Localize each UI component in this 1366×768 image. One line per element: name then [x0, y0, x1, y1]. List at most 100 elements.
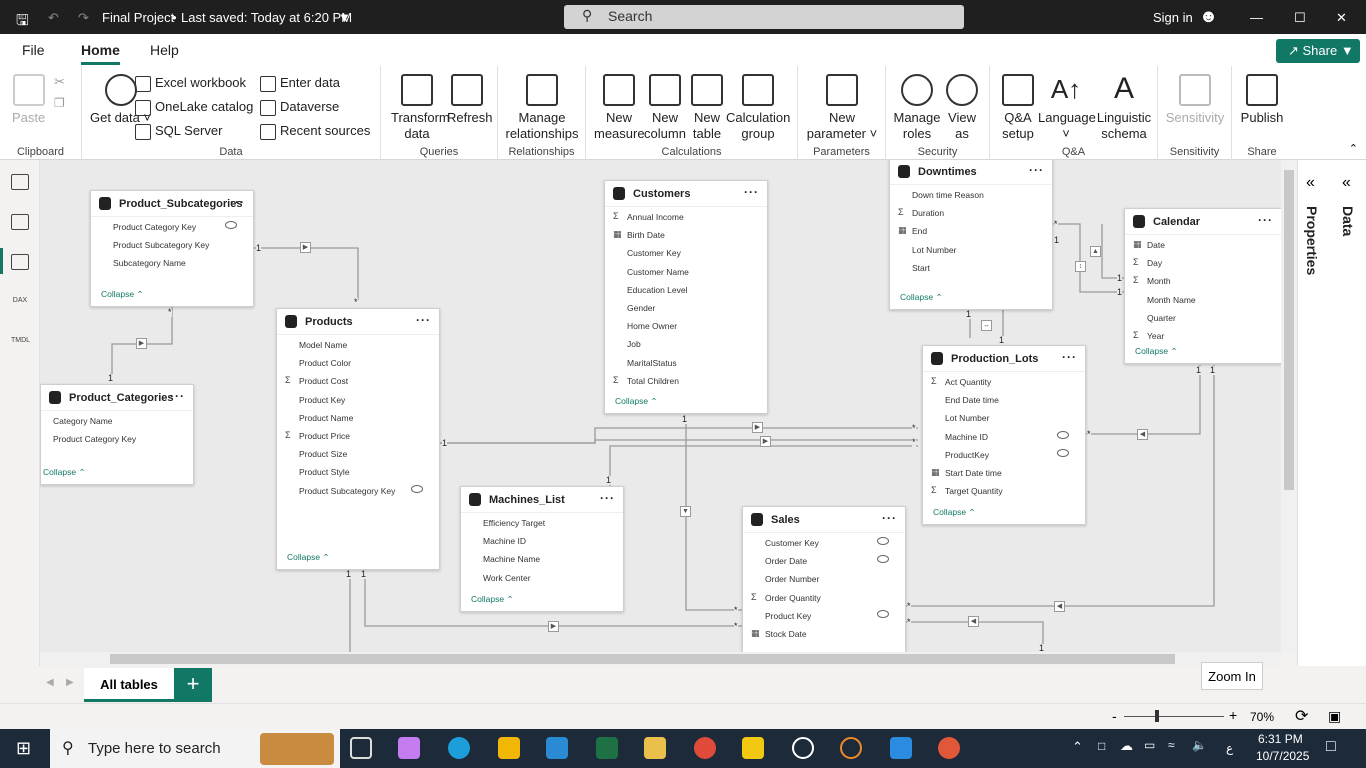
tmdl-view-icon[interactable]: TMDL: [11, 334, 30, 350]
field-item[interactable]: Product Name: [277, 408, 439, 426]
paste-button[interactable]: Paste: [12, 74, 45, 126]
tab-help[interactable]: Help: [150, 42, 179, 58]
field-item[interactable]: Σ Month: [1125, 271, 1281, 289]
task-view-icon[interactable]: [350, 737, 372, 759]
collapse-ribbon-icon[interactable]: ⌃: [1349, 142, 1358, 155]
data-pane-label[interactable]: Data: [1340, 206, 1356, 236]
sensitivity-button[interactable]: Sensitivity: [1164, 74, 1226, 126]
collapse-link[interactable]: Collapse ⌃: [287, 552, 330, 563]
table-header[interactable]: Sales ···: [743, 507, 905, 533]
field-item[interactable]: End Date time: [923, 390, 1085, 408]
table-card-product-categories[interactable]: Product_Categories ··· Category Name Prod…: [40, 384, 194, 485]
close-button[interactable]: ✕: [1336, 10, 1347, 26]
field-item[interactable]: Customer Name: [605, 262, 767, 280]
table-card-machines-list[interactable]: Machines_List ··· Efficiency Target Machi…: [460, 486, 624, 612]
field-item[interactable]: Product Subcategory Key: [277, 481, 439, 499]
onelake-catalog-button[interactable]: OneLake catalog: [135, 99, 253, 116]
collapse-link[interactable]: Collapse ⌃: [471, 594, 514, 605]
more-options-icon[interactable]: ···: [1062, 350, 1077, 364]
field-item[interactable]: Product Style: [277, 462, 439, 480]
store-icon[interactable]: [546, 737, 568, 759]
more-options-icon[interactable]: ···: [1029, 163, 1044, 177]
table-header[interactable]: Product_Categories ···: [41, 385, 193, 411]
field-item[interactable]: Σ Act Quantity: [923, 372, 1085, 390]
prev-tab-icon[interactable]: ◀: [46, 677, 54, 688]
app-icon[interactable]: [792, 737, 814, 759]
more-options-icon[interactable]: ···: [170, 389, 185, 403]
save-icon[interactable]: 🖫: [16, 10, 29, 35]
file-explorer-icon[interactable]: [498, 737, 520, 759]
power-bi-icon[interactable]: [742, 737, 764, 759]
field-item[interactable]: ▦ Stock Date: [743, 624, 905, 642]
field-item[interactable]: Quarter: [1125, 308, 1281, 326]
table-header[interactable]: Production_Lots ···: [923, 346, 1085, 372]
tray-app-icon[interactable]: □: [1098, 739, 1105, 753]
next-tab-icon[interactable]: ▶: [66, 677, 74, 688]
more-options-icon[interactable]: ···: [1258, 213, 1273, 227]
search-box[interactable]: ⚲ Search: [564, 5, 964, 29]
collapse-link[interactable]: Collapse ⌃: [615, 396, 658, 407]
table-header[interactable]: Machines_List ···: [461, 487, 623, 513]
new-table-button[interactable]: New table: [688, 74, 726, 142]
vertical-scrollbar[interactable]: [1281, 160, 1297, 652]
field-item[interactable]: Lot Number: [923, 408, 1085, 426]
field-item[interactable]: Product Color: [277, 353, 439, 371]
excel-icon[interactable]: [596, 737, 618, 759]
field-item[interactable]: Σ Day: [1125, 253, 1281, 271]
dataverse-button[interactable]: Dataverse: [260, 99, 339, 116]
more-options-icon[interactable]: ···: [744, 185, 759, 199]
scroll-thumb[interactable]: [1284, 170, 1294, 490]
linguistic-schema-button[interactable]: A Linguistic schema: [1094, 74, 1154, 142]
excel-workbook-button[interactable]: Excel workbook: [135, 75, 246, 92]
copilot-icon[interactable]: [398, 737, 420, 759]
field-item[interactable]: Customer Key: [743, 533, 905, 551]
onedrive-icon[interactable]: ☁: [1120, 738, 1133, 754]
enter-data-button[interactable]: Enter data: [260, 75, 340, 92]
chrome-icon[interactable]: [694, 737, 716, 759]
field-item[interactable]: Σ Annual Income: [605, 207, 767, 225]
field-item[interactable]: Product Subcategory Key: [91, 235, 253, 253]
wifi-icon[interactable]: ≈: [1168, 738, 1175, 752]
field-item[interactable]: ▦ Birth Date: [605, 225, 767, 243]
field-item[interactable]: Σ Product Price: [277, 426, 439, 444]
tab-all-tables[interactable]: All tables: [84, 668, 174, 702]
field-item[interactable]: Order Date: [743, 551, 905, 569]
field-item[interactable]: Gender: [605, 298, 767, 316]
field-item[interactable]: Σ Target Quantity: [923, 481, 1085, 499]
field-item[interactable]: Σ Order Quantity: [743, 588, 905, 606]
more-options-icon[interactable]: ···: [600, 491, 615, 505]
new-parameter-button[interactable]: New parameter ˅: [804, 74, 880, 142]
field-item[interactable]: Machine ID: [923, 427, 1085, 445]
field-item[interactable]: Σ Duration: [890, 203, 1052, 221]
collapse-link[interactable]: Collapse ⌃: [1135, 346, 1178, 357]
collapse-link[interactable]: Collapse ⌃: [43, 467, 86, 478]
field-item[interactable]: Σ Year: [1125, 326, 1281, 344]
manage-roles-button[interactable]: Manage roles: [892, 74, 942, 142]
field-item[interactable]: ▦ End: [890, 221, 1052, 239]
more-options-icon[interactable]: ···: [882, 511, 897, 525]
table-card-sales[interactable]: Sales ··· Customer Key Order Date Order N…: [742, 506, 906, 652]
qa-setup-button[interactable]: Q&A setup: [998, 74, 1038, 142]
sql-server-button[interactable]: SQL Server: [135, 123, 222, 140]
horizontal-scrollbar[interactable]: [40, 652, 1281, 666]
model-canvas[interactable]: 1 ▶ * * ▶ 1 1 ▶ ▶ * * 1 ▼ * 1 1 1 ▶ * * …: [40, 160, 1281, 652]
collapse-link[interactable]: Collapse ⌃: [900, 292, 943, 303]
tab-file[interactable]: File: [22, 42, 45, 58]
taskbar-search[interactable]: ⚲ Type here to search: [50, 729, 340, 768]
field-item[interactable]: Σ Product Cost: [277, 371, 439, 389]
field-item[interactable]: ▦ Date: [1125, 235, 1281, 253]
field-item[interactable]: Machine ID: [461, 531, 623, 549]
field-item[interactable]: Model Name: [277, 335, 439, 353]
clock-date[interactable]: 10/7/2025: [1256, 749, 1309, 763]
table-card-downtimes[interactable]: Downtimes ··· Down time Reason Σ Duration …: [889, 160, 1053, 310]
copy-icon[interactable]: ❐: [54, 96, 65, 110]
language-button[interactable]: A↑ Language ˅: [1038, 74, 1096, 142]
calculation-group-button[interactable]: Calculation group: [726, 74, 790, 142]
app-icon[interactable]: [938, 737, 960, 759]
field-item[interactable]: Work Center: [461, 568, 623, 586]
app-icon[interactable]: [840, 737, 862, 759]
publish-button[interactable]: Publish: [1240, 74, 1284, 126]
field-item[interactable]: Product Size: [277, 444, 439, 462]
table-card-customers[interactable]: Customers ··· Σ Annual Income ▦ Birth Date …: [604, 180, 768, 414]
properties-pane-label[interactable]: Properties: [1304, 206, 1320, 275]
